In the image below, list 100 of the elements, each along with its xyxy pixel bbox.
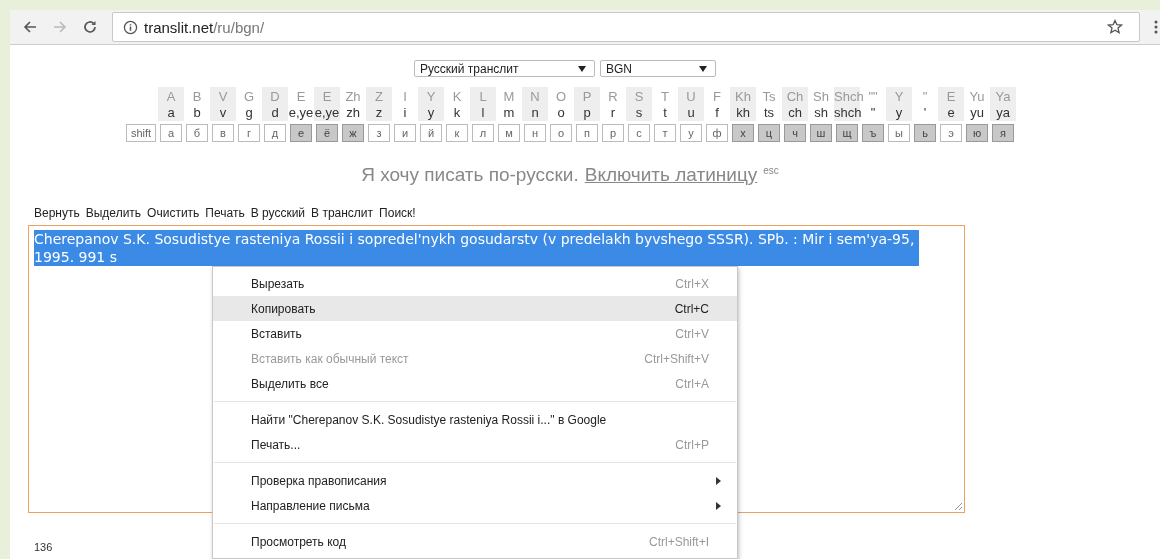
keyboard-key[interactable]: у: [680, 124, 702, 142]
keyboard-key[interactable]: с: [628, 124, 650, 142]
latin-lower: k: [452, 105, 462, 121]
action-link[interactable]: Вернуть: [34, 206, 80, 220]
keyboard-key[interactable]: р: [602, 124, 624, 142]
back-icon[interactable]: [22, 19, 38, 35]
resize-grip-icon[interactable]: [954, 502, 962, 510]
prompt-text: Я хочу писать по-русски.: [361, 164, 579, 185]
editor-text: Cherepanov S.K. Sosudistye rasteniya Rossii i sopredel'nykh gosudarstv (v predelakh byvshego SSSR). SPb. : Mir i sem'ya-95, 1995. 991 s: [34, 230, 919, 266]
action-link[interactable]: В русский: [250, 206, 306, 220]
keyboard-key[interactable]: ю: [966, 124, 988, 142]
latin-lower: e,ye: [288, 105, 314, 121]
latin-upper: G: [242, 88, 256, 105]
keyboard-key[interactable]: ч: [784, 124, 806, 142]
latin-lower: b: [192, 105, 202, 121]
dropdown-arrow-icon: [699, 65, 707, 72]
latin-lower: g: [244, 105, 254, 121]
keyboard-key[interactable]: л: [472, 124, 494, 142]
keyboard-key[interactable]: ё: [316, 124, 338, 142]
latin-lower: m: [502, 105, 516, 121]
keyboard-key[interactable]: в: [212, 124, 234, 142]
latin-lower: i: [402, 105, 408, 121]
reload-icon[interactable]: [82, 19, 98, 35]
dropdown[interactable]: Русский транслит: [414, 60, 595, 77]
latin-upper: F: [712, 88, 722, 105]
url-path: /ru/bgn/: [213, 18, 265, 36]
latin-lower: ch: [782, 105, 808, 121]
latin-upper: S: [626, 87, 652, 105]
menu-item[interactable]: Направление письма: [213, 493, 737, 518]
action-link[interactable]: Очистить: [147, 206, 200, 220]
keyboard-key[interactable]: й: [420, 124, 442, 142]
latin-lower: kh: [730, 105, 756, 121]
latin-upper: ": [921, 88, 929, 105]
dropdown-arrow-icon: [578, 65, 586, 72]
latin-lower: r: [609, 105, 617, 121]
latin-upper: P: [574, 87, 600, 105]
action-link[interactable]: Печать: [205, 206, 245, 220]
keyboard-key[interactable]: щ: [836, 124, 858, 142]
keyboard-key[interactable]: т: [654, 124, 676, 142]
latin-upper: Zh: [344, 88, 362, 105]
latin-upper: Ts: [761, 88, 777, 105]
keyboard-key[interactable]: г: [238, 124, 260, 142]
keyboard-key[interactable]: з: [368, 124, 390, 142]
bookmark-star-icon[interactable]: [1107, 19, 1123, 35]
keyboard-key[interactable]: д: [264, 124, 286, 142]
action-link[interactable]: В транслит: [311, 206, 374, 220]
keyboard-key[interactable]: э: [940, 124, 962, 142]
latin-lower: ': [922, 105, 928, 121]
keyboard-key[interactable]: ь: [914, 124, 936, 142]
menu-icon[interactable]: [1154, 19, 1158, 35]
keyboard-key[interactable]: и: [394, 124, 416, 142]
menu-item[interactable]: Копировать Ctrl+C: [213, 296, 737, 321]
keyboard-key[interactable]: х: [732, 124, 754, 142]
latin-upper: T: [660, 88, 670, 105]
latin-lower: n: [522, 105, 548, 121]
latin-lower: o: [556, 105, 566, 121]
keyboard-key[interactable]: о: [550, 124, 572, 142]
latin-upper: L: [470, 87, 496, 105]
keyboard-key[interactable]: ж: [342, 124, 364, 142]
keyboard-key[interactable]: м: [498, 124, 520, 142]
latin-upper: Y: [418, 87, 444, 105]
latin-upper: Yu: [968, 88, 986, 105]
latin-lower: ": [869, 105, 877, 121]
latin-lower: l: [470, 105, 496, 121]
menu-item[interactable]: Просмотреть код Ctrl+Shift+I: [213, 529, 737, 554]
shift-key[interactable]: shift: [126, 124, 156, 142]
keyboard-key[interactable]: ц: [758, 124, 780, 142]
keyboard-key[interactable]: ы: [888, 124, 910, 142]
keyboard-key[interactable]: н: [524, 124, 546, 142]
latin-upper: A: [158, 87, 184, 105]
keyboard-key[interactable]: б: [186, 124, 208, 142]
keyboard-key[interactable]: а: [160, 124, 182, 142]
menu-item[interactable]: Печать... Ctrl+P: [213, 432, 737, 457]
menu-item[interactable]: Найти "Cherepanov S.K. Sosudistye rasteniya Rossii i..." в Google: [213, 407, 737, 432]
action-link[interactable]: Выделить: [85, 206, 142, 220]
dropdown[interactable]: BGN: [600, 60, 716, 77]
latin-lower: u: [678, 105, 704, 121]
latin-toggle-link[interactable]: Включить латиницу: [584, 164, 758, 185]
address-bar[interactable]: translit.net/ru/bgn/: [112, 12, 1140, 42]
menu-item[interactable]: Вырезать Ctrl+X: [213, 271, 737, 296]
menu-item[interactable]: Проверка правописания: [213, 468, 737, 493]
keyboard-key[interactable]: к: [446, 124, 468, 142]
latin-upper: M: [502, 88, 516, 105]
menu-item[interactable]: Выделить все Ctrl+A: [213, 371, 737, 396]
menu-item[interactable]: Вставить Ctrl+V: [213, 321, 737, 346]
latin-upper: Y: [886, 87, 912, 105]
keyboard-key[interactable]: ъ: [862, 124, 884, 142]
latin-upper: I: [402, 88, 408, 105]
keyboard-key[interactable]: е: [290, 124, 312, 142]
keyboard-key[interactable]: п: [576, 124, 598, 142]
keyboard-key[interactable]: ф: [706, 124, 728, 142]
latin-lower: v: [210, 105, 236, 121]
keyboard-key[interactable]: я: [992, 124, 1014, 142]
latin-lower: z: [366, 105, 392, 121]
latin-upper: N: [522, 87, 548, 105]
action-link[interactable]: Поиск!: [379, 206, 416, 220]
latin-lower: p: [574, 105, 600, 121]
keyboard-key[interactable]: ш: [810, 124, 832, 142]
latin-upper: E: [295, 88, 307, 105]
latin-upper: Ya: [990, 87, 1016, 105]
